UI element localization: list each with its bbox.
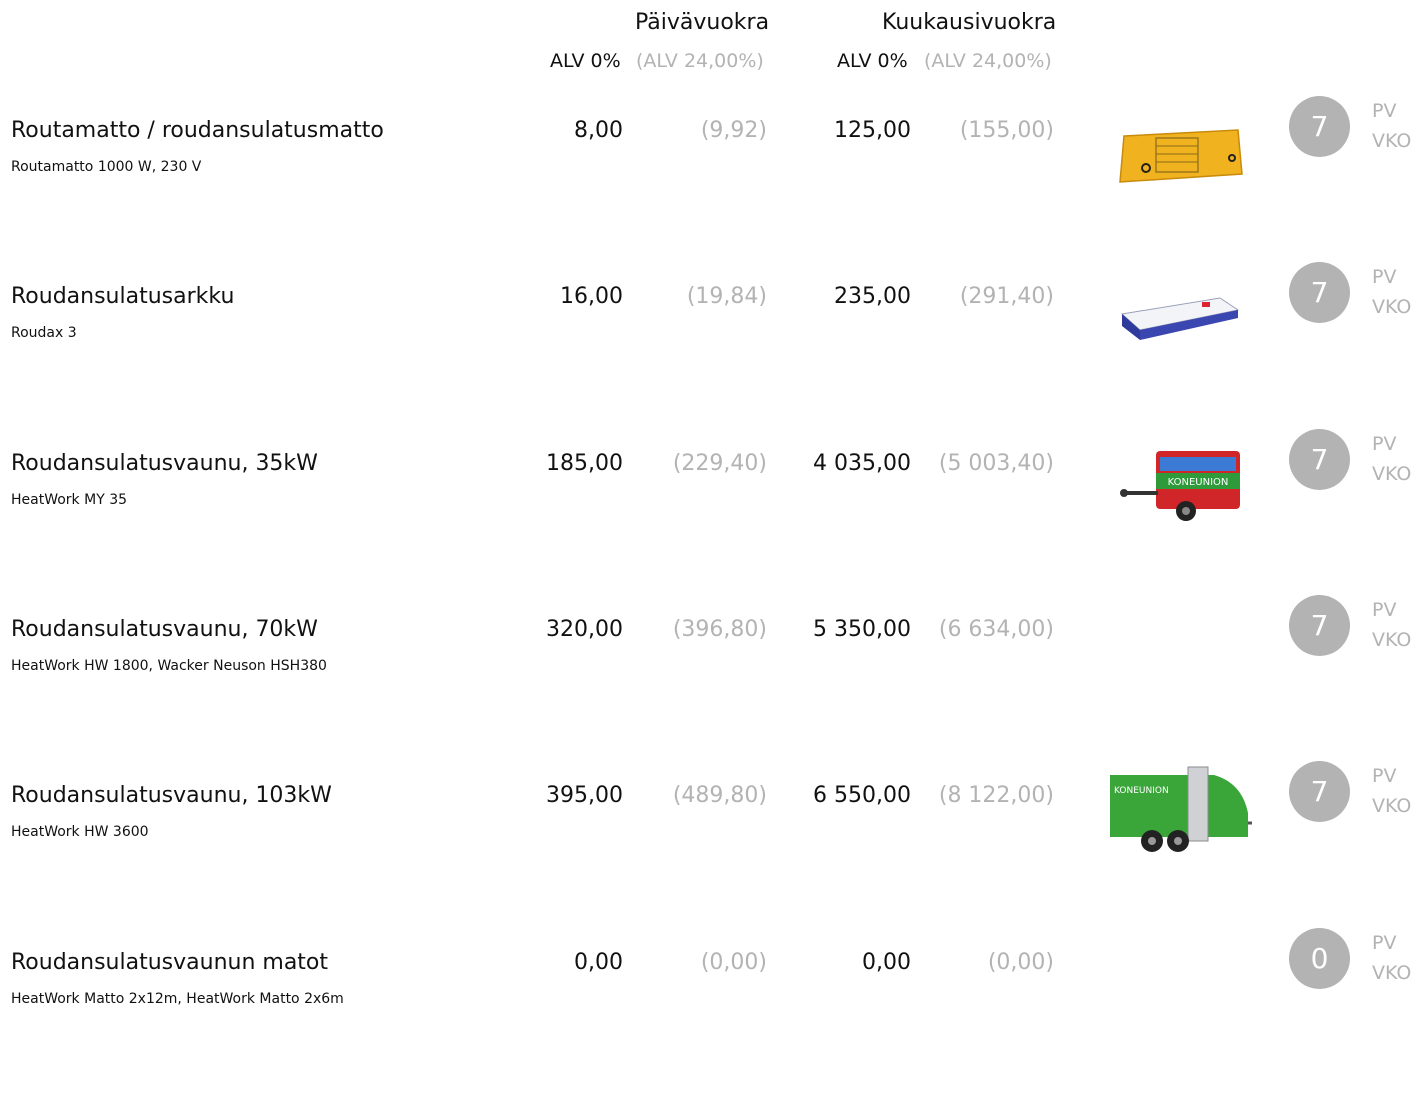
daily-price-vat: (489,80)	[672, 783, 767, 808]
unit-week-option[interactable]: VKO	[1372, 962, 1411, 984]
daily-price-vat: (0,00)	[700, 950, 767, 975]
unit-week-option[interactable]: VKO	[1372, 629, 1411, 651]
rental-period-count[interactable]: 7	[1289, 429, 1350, 490]
monthly-price: 0,00	[862, 950, 911, 975]
product-row: Roudansulatusvaunun matot HeatWork Matto…	[0, 928, 1416, 1116]
red-trailer-image: KONEUNION	[1120, 451, 1240, 521]
product-name[interactable]: Roudansulatusvaunun matot	[11, 950, 328, 975]
svg-text:KONEUNION: KONEUNION	[1168, 477, 1229, 488]
monthly-price-vat: (6 634,00)	[938, 617, 1054, 642]
unit-day-option[interactable]: PV	[1372, 932, 1396, 954]
rental-period-count[interactable]: 7	[1289, 761, 1350, 822]
daily-price: 0,00	[574, 950, 623, 975]
thaw-box-image	[1120, 297, 1240, 340]
unit-day-option[interactable]: PV	[1372, 433, 1396, 455]
unit-week-option[interactable]: VKO	[1372, 795, 1411, 817]
daily-price-vat: (19,84)	[686, 284, 767, 309]
rental-period-count[interactable]: 7	[1289, 262, 1350, 323]
product-subtitle: Routamatto 1000 W, 230 V	[11, 159, 202, 175]
daily-price-vat: (229,40)	[672, 451, 767, 476]
monthly-price-vat: (155,00)	[959, 118, 1054, 143]
product-name[interactable]: Routamatto / roudansulatusmatto	[11, 118, 384, 143]
daily-rent-header: Päivävuokra	[635, 10, 770, 35]
product-subtitle: HeatWork MY 35	[11, 492, 128, 508]
monthly-price: 4 035,00	[813, 451, 911, 476]
monthly-vat-incl-label: (ALV 24,00%)	[924, 50, 1052, 72]
product-name[interactable]: Roudansulatusarkku	[11, 284, 234, 309]
product-image[interactable]	[1102, 88, 1258, 198]
unit-day-option[interactable]: PV	[1372, 266, 1396, 288]
daily-price: 8,00	[574, 118, 623, 143]
unit-day-option[interactable]: PV	[1372, 599, 1396, 621]
daily-price: 16,00	[560, 284, 623, 309]
green-trailer-image: KONEUNION	[1110, 766, 1252, 852]
monthly-price-vat: (8 122,00)	[938, 783, 1054, 808]
product-subtitle: HeatWork HW 1800, Wacker Neuson HSH380	[11, 658, 327, 674]
daily-price: 320,00	[546, 617, 623, 642]
product-name[interactable]: Roudansulatusvaunu, 35kW	[11, 451, 318, 476]
product-name[interactable]: Roudansulatusvaunu, 103kW	[11, 783, 332, 808]
daily-vat-incl-label: (ALV 24,00%)	[636, 50, 764, 72]
product-image[interactable]: KONEUNION	[1102, 753, 1258, 863]
monthly-price: 6 550,00	[813, 783, 911, 808]
monthly-vat-excl-label: ALV 0%	[837, 50, 908, 72]
daily-price: 185,00	[546, 451, 623, 476]
rental-period-count[interactable]: 0	[1289, 928, 1350, 989]
daily-price-vat: (396,80)	[672, 617, 767, 642]
product-subtitle: HeatWork Matto 2x12m, HeatWork Matto 2x6…	[11, 991, 344, 1007]
daily-price: 395,00	[546, 783, 623, 808]
heating-mat-image	[1119, 129, 1243, 183]
unit-week-option[interactable]: VKO	[1372, 130, 1411, 152]
monthly-rent-header: Kuukausivuokra	[882, 10, 1057, 35]
monthly-price-vat: (291,40)	[959, 284, 1054, 309]
daily-price-vat: (9,92)	[700, 118, 767, 143]
product-subtitle: Roudax 3	[11, 325, 77, 341]
unit-week-option[interactable]: VKO	[1372, 463, 1411, 485]
rental-period-count[interactable]: 7	[1289, 595, 1350, 656]
product-image[interactable]	[1102, 254, 1258, 364]
monthly-price: 235,00	[834, 284, 911, 309]
monthly-price: 125,00	[834, 118, 911, 143]
rental-period-count[interactable]: 7	[1289, 96, 1350, 157]
unit-week-option[interactable]: VKO	[1372, 296, 1411, 318]
monthly-price-vat: (0,00)	[987, 950, 1054, 975]
monthly-price: 5 350,00	[813, 617, 911, 642]
product-subtitle: HeatWork HW 3600	[11, 824, 149, 840]
unit-day-option[interactable]: PV	[1372, 765, 1396, 787]
unit-day-option[interactable]: PV	[1372, 100, 1396, 122]
product-row: Roudansulatusvaunu, 103kW HeatWork HW 36…	[0, 761, 1416, 949]
svg-text:KONEUNION: KONEUNION	[1114, 786, 1169, 796]
monthly-price-vat: (5 003,40)	[938, 451, 1054, 476]
product-image[interactable]: KONEUNION	[1102, 421, 1258, 531]
product-row: Roudansulatusvaunu, 35kW HeatWork MY 35 …	[0, 429, 1416, 617]
product-name[interactable]: Roudansulatusvaunu, 70kW	[11, 617, 318, 642]
daily-vat-excl-label: ALV 0%	[550, 50, 621, 72]
